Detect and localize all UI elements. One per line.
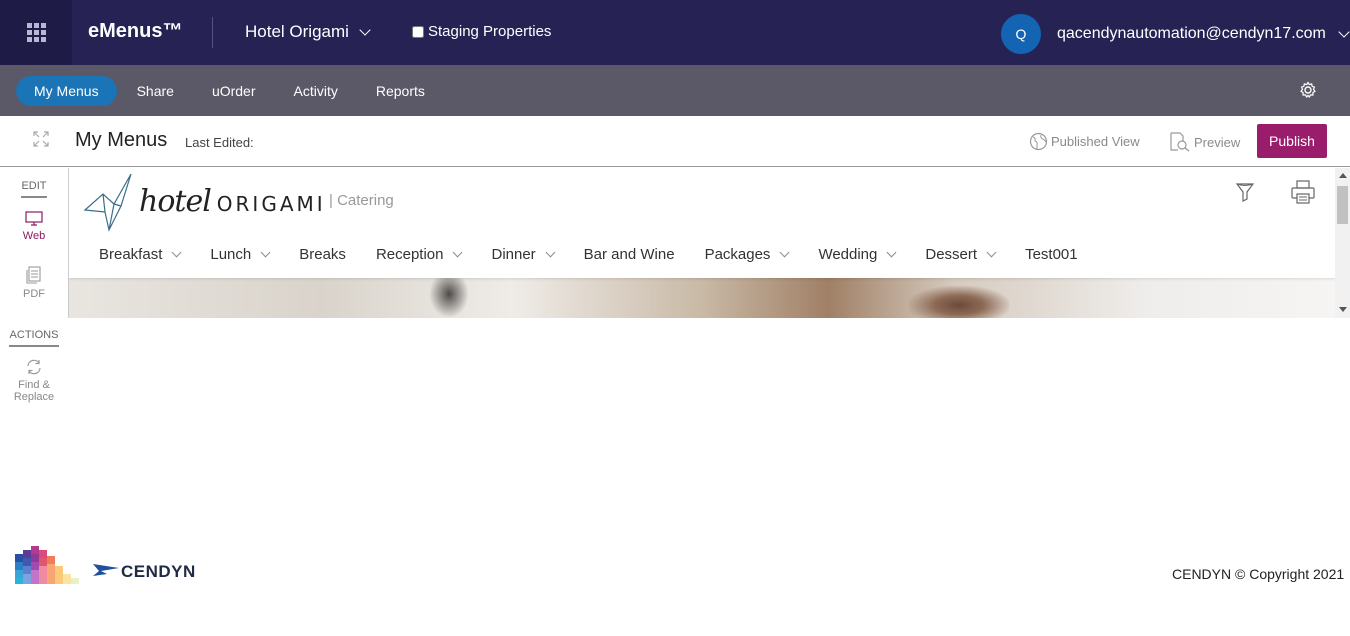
- main-nav: My Menus Share uOrder Activity Reports: [0, 65, 1350, 116]
- tab-uorder[interactable]: uOrder: [194, 76, 274, 106]
- menu-item-label: Breaks: [299, 246, 346, 263]
- chevron-down-icon: [260, 247, 271, 258]
- property-selector[interactable]: Hotel Origami: [245, 22, 371, 42]
- chevron-down-icon: [1338, 25, 1350, 38]
- edit-sidebar: EDIT Web PDF ACTIONS Find & Replace: [0, 168, 68, 420]
- publish-button[interactable]: Publish: [1257, 124, 1327, 158]
- document-icon: [26, 266, 41, 284]
- cendyn-wordmark: CENDYN: [121, 562, 196, 581]
- preview-icon: [1170, 132, 1190, 152]
- edit-label: EDIT: [21, 180, 47, 192]
- find-replace-label-2: Replace: [13, 391, 55, 403]
- chevron-down-icon: [545, 247, 556, 258]
- chevron-down-icon: [886, 247, 897, 258]
- find-replace-label-1: Find &: [18, 379, 50, 391]
- apps-grid-icon[interactable]: [0, 0, 72, 65]
- chevron-down-icon: [359, 23, 371, 36]
- chevron-down-icon: [453, 247, 463, 258]
- menu-item-lunch[interactable]: Lunch: [210, 246, 271, 263]
- divider: [212, 17, 213, 48]
- top-bar: eMenus™ Hotel Origami Staging Properties…: [0, 0, 1350, 65]
- logo-origami-text: ORIGAMI: [216, 192, 326, 216]
- scroll-down-arrow[interactable]: [1339, 307, 1347, 312]
- menu-item-dinner[interactable]: Dinner: [491, 246, 556, 263]
- menu-item-test001[interactable]: Test001: [1025, 246, 1078, 263]
- menu-item-breakfast[interactable]: Breakfast: [99, 246, 182, 263]
- hero-image-detail: [909, 286, 1009, 318]
- menu-item-label: Dessert: [925, 246, 978, 263]
- globe-icon: [1029, 132, 1048, 151]
- menu-item-reception[interactable]: Reception: [375, 246, 463, 263]
- last-edited-label: Last Edited:: [185, 135, 254, 150]
- filter-icon[interactable]: [1236, 182, 1254, 202]
- preview-link[interactable]: Preview: [1169, 132, 1240, 152]
- pdf-label: PDF: [23, 288, 45, 300]
- user-email: qacendynautomation@cendyn17.com: [1057, 25, 1326, 42]
- tab-activity[interactable]: Activity: [276, 76, 356, 106]
- preview-label: Preview: [1194, 134, 1241, 150]
- tab-my-menus[interactable]: My Menus: [16, 76, 117, 106]
- scroll-up-arrow[interactable]: [1339, 173, 1347, 178]
- web-label: Web: [22, 230, 46, 242]
- menu-item-label: Reception: [375, 246, 444, 263]
- logo-hotel-text: hotel: [139, 184, 212, 219]
- staging-label: Staging Properties: [428, 23, 552, 40]
- refresh-icon: [27, 359, 41, 375]
- staging-properties-toggle[interactable]: Staging Properties: [412, 23, 551, 40]
- monitor-icon: [25, 211, 43, 226]
- staging-checkbox[interactable]: [412, 25, 424, 38]
- menu-item-bar-and-wine[interactable]: Bar and Wine: [584, 246, 675, 263]
- menu-item-dessert[interactable]: Dessert: [925, 246, 997, 263]
- site-header: hotel ORIGAMI | Catering Breakfast Lunch B…: [69, 168, 1335, 278]
- page-title: My Menus: [75, 129, 168, 151]
- property-name: Hotel Origami: [245, 22, 349, 41]
- actions-section-header: ACTIONS: [9, 329, 59, 347]
- scrollbar-thumb[interactable]: [1337, 186, 1348, 224]
- menu-preview-frame[interactable]: hotel ORIGAMI | Catering Breakfast Lunch B…: [69, 168, 1350, 318]
- page-toolbar: My Menus Last Edited: Published View Pre…: [0, 116, 1350, 167]
- menu-item-packages[interactable]: Packages: [704, 246, 790, 263]
- chevron-down-icon: [779, 247, 790, 258]
- divider: [21, 196, 47, 198]
- app-brand: eMenus™: [88, 20, 183, 42]
- published-view-link[interactable]: Published View: [1029, 132, 1140, 151]
- edit-section-header: EDIT: [9, 180, 59, 198]
- hero-image: [69, 278, 1335, 318]
- menu-item-label: Packages: [704, 246, 771, 263]
- hotel-logo: hotel ORIGAMI: [139, 184, 326, 219]
- cendyn-logo-mosaic: [15, 546, 119, 584]
- menu-item-label: Wedding: [818, 246, 878, 263]
- edit-web-button[interactable]: Web: [0, 211, 68, 242]
- menu-item-label: Lunch: [210, 246, 252, 263]
- actions-label: ACTIONS: [9, 329, 59, 341]
- published-view-label: Published View: [1051, 134, 1140, 149]
- expand-icon[interactable]: [32, 130, 50, 148]
- chevron-down-icon: [986, 247, 997, 258]
- chevron-down-icon: [171, 247, 182, 258]
- divider: [9, 345, 59, 347]
- menu-item-label: Breakfast: [99, 246, 163, 263]
- menu-item-label: Test001: [1025, 246, 1078, 263]
- copyright-text: CENDYN © Copyright 2021: [1172, 566, 1345, 582]
- menu-item-label: Bar and Wine: [583, 246, 675, 263]
- site-menu: Breakfast Lunch Breaks Reception Dinner Bar a…: [99, 246, 1108, 263]
- menu-item-label: Dinner: [491, 246, 536, 263]
- tab-reports[interactable]: Reports: [358, 76, 443, 106]
- user-menu[interactable]: qacendynautomation@cendyn17.com: [1057, 25, 1350, 43]
- menu-item-breaks[interactable]: Breaks: [299, 246, 346, 263]
- avatar[interactable]: Q: [1001, 14, 1041, 54]
- print-icon[interactable]: [1291, 180, 1315, 204]
- edit-pdf-button[interactable]: PDF: [0, 266, 68, 300]
- find-replace-button[interactable]: Find & Replace: [0, 359, 68, 403]
- hero-image-detail: [429, 278, 469, 318]
- gear-icon[interactable]: [1298, 80, 1318, 100]
- tab-share[interactable]: Share: [119, 76, 192, 106]
- menu-item-wedding[interactable]: Wedding: [818, 246, 897, 263]
- origami-bird-logo: [83, 173, 132, 232]
- catering-subtitle: | Catering: [329, 192, 394, 209]
- nav-tabs: My Menus Share uOrder Activity Reports: [16, 76, 445, 106]
